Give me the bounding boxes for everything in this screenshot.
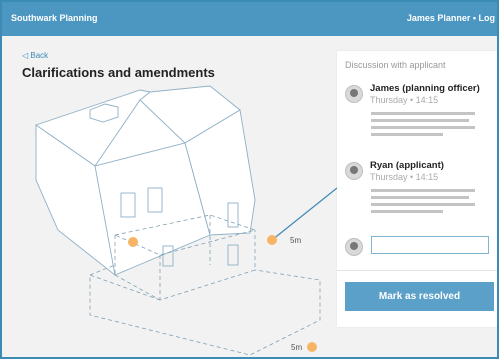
- window-frame: [0, 0, 499, 359]
